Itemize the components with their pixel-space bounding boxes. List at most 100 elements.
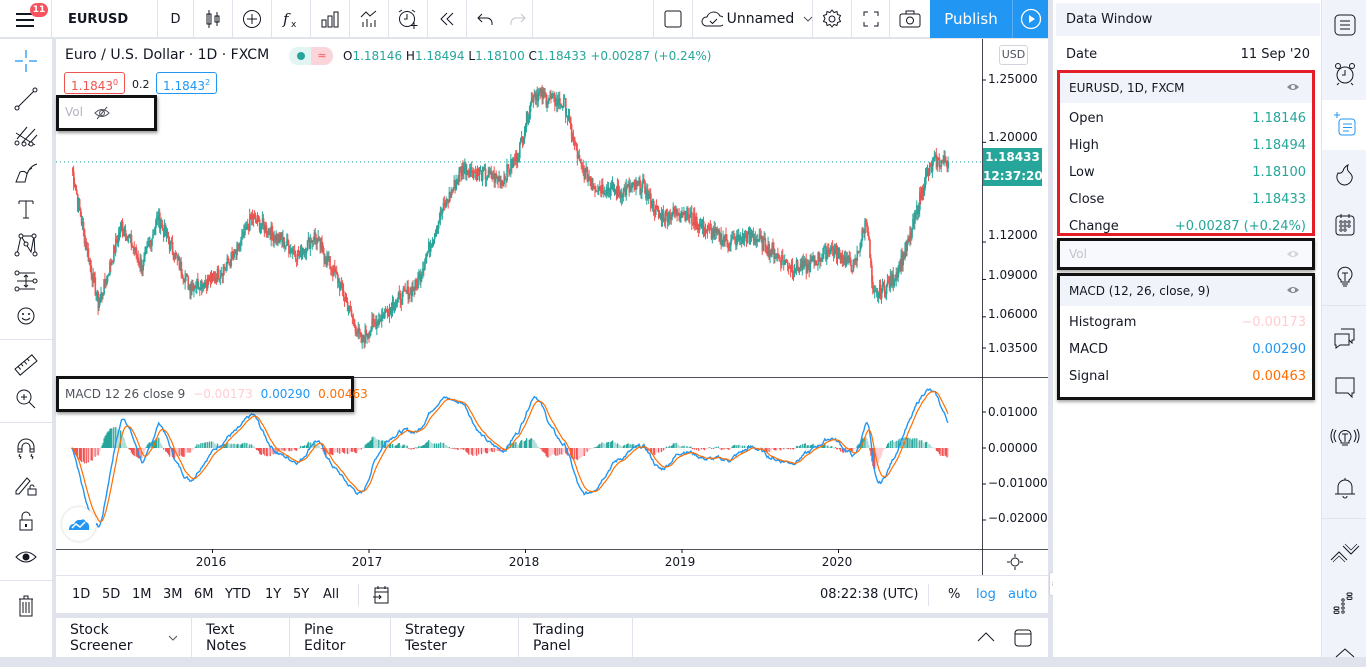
data-row-signal: Signal 0.00463 — [1069, 369, 1306, 384]
range-6m[interactable]: 6M — [194, 587, 214, 602]
lock-drawings-button[interactable] — [11, 470, 41, 500]
buy-button[interactable]: 1.18432 — [156, 72, 218, 94]
time-tick: 2016 — [195, 555, 227, 569]
publish-options-button[interactable] — [1012, 0, 1048, 38]
watchlist-button[interactable] — [1329, 9, 1361, 41]
tab-pine-editor[interactable]: Pine Editor — [290, 618, 391, 657]
candle-body — [82, 221, 85, 230]
currency-button[interactable]: USD — [999, 45, 1028, 65]
macd-legend[interactable]: MACD 12 26 close 9 −0.00173 0.00290 0.00… — [56, 376, 368, 412]
chart-settings-button[interactable] — [813, 0, 852, 38]
tab-strategy-tester[interactable]: Strategy Tester — [391, 618, 519, 657]
range-ytd[interactable]: YTD — [225, 587, 251, 602]
emoji-tool[interactable] — [11, 301, 41, 331]
goto-date-button[interactable] — [372, 585, 390, 605]
data-window-button[interactable] — [1329, 108, 1361, 140]
eye-hidden-icon[interactable] — [93, 104, 111, 122]
maximize-panel-button[interactable] — [1013, 628, 1033, 648]
log-scale-toggle[interactable]: log — [976, 587, 996, 602]
measure-tool[interactable] — [11, 350, 41, 380]
remove-drawings-button[interactable] — [11, 591, 41, 621]
pattern-tool[interactable] — [11, 230, 41, 260]
order-panel-button[interactable] — [1329, 537, 1361, 569]
lock-all-button[interactable] — [11, 506, 41, 536]
svg-text:x: x — [291, 20, 297, 29]
macd-histogram-bar — [690, 446, 692, 448]
financials-button[interactable] — [311, 0, 350, 38]
crosshair-tool[interactable] — [11, 46, 41, 76]
market-status-badge[interactable]: ≈ — [289, 47, 333, 65]
range-5d[interactable]: 5D — [102, 587, 120, 602]
range-5y[interactable]: 5Y — [293, 587, 309, 602]
chart-type-button[interactable] — [194, 0, 233, 38]
publish-button[interactable]: Publish — [930, 0, 1012, 38]
candle-body — [893, 281, 896, 286]
replay-button[interactable] — [428, 0, 467, 38]
tab-stock-screener[interactable]: Stock Screener — [56, 618, 192, 657]
expand-panel-button[interactable] — [976, 629, 996, 645]
chats-button[interactable] — [1329, 322, 1361, 354]
collapse-widgets-button[interactable] — [1329, 635, 1361, 667]
toolbar-divider — [0, 580, 52, 581]
hotlists-button[interactable] — [1329, 159, 1361, 191]
candle-body — [592, 183, 594, 187]
templates-button[interactable] — [350, 0, 389, 38]
tab-text-notes[interactable]: Text Notes — [192, 618, 290, 657]
macd-histogram-bar — [415, 447, 417, 448]
dom-button[interactable] — [1329, 587, 1361, 619]
data-row-low: Low 1.18100 — [1069, 165, 1306, 180]
layout-save-button[interactable]: Unnamed — [693, 0, 813, 38]
select-layout-button[interactable] — [653, 0, 693, 38]
range-all[interactable]: All — [323, 587, 339, 602]
alerts-button[interactable] — [1329, 58, 1361, 90]
range-3m[interactable]: 3M — [163, 587, 183, 602]
text-tool[interactable] — [11, 194, 41, 224]
crosshair-icon — [15, 50, 37, 72]
chart-canvas[interactable] — [56, 39, 1048, 575]
macd-histogram-bar — [832, 446, 834, 448]
utc-clock[interactable]: 08:22:38 (UTC) — [820, 587, 918, 602]
magnet-mode-button[interactable] — [11, 434, 41, 464]
layout-name: Unnamed — [726, 11, 795, 27]
interval-button[interactable]: D — [158, 0, 194, 38]
ideas-button[interactable] — [1329, 260, 1361, 292]
streams-button[interactable] — [1329, 421, 1361, 453]
range-1m[interactable]: 1M — [132, 587, 152, 602]
settings-gear-icon — [822, 9, 842, 28]
toolbar-divider — [1322, 305, 1366, 306]
eye-icon[interactable] — [1286, 82, 1300, 92]
symbol-title[interactable]: Euro / U.S. Dollar · 1D · FXCM — [65, 47, 269, 63]
fullscreen-button[interactable] — [852, 0, 890, 38]
data-row-histogram: Histogram −0.00173 — [1069, 315, 1306, 330]
calendar-button[interactable] — [1329, 209, 1361, 241]
volume-legend[interactable]: Vol — [56, 95, 157, 131]
notifications-button[interactable] — [1329, 472, 1361, 504]
chart-area[interactable]: Euro / U.S. Dollar · 1D · FXCM ≈ O1.1814… — [56, 39, 1048, 575]
eye-icon[interactable] — [1286, 249, 1300, 259]
auto-scale-toggle[interactable]: auto — [1008, 587, 1037, 602]
compare-button[interactable] — [233, 0, 272, 38]
undo-button[interactable] — [467, 0, 503, 38]
price-tick: 1.25000 — [988, 72, 1038, 86]
tradingview-logo[interactable] — [62, 507, 96, 541]
snapshot-button[interactable] — [890, 0, 930, 38]
create-alert-button[interactable] — [389, 0, 428, 38]
zoom-tool[interactable] — [11, 384, 41, 414]
tab-trading-panel[interactable]: Trading Panel — [519, 618, 633, 657]
pitchfork-tool[interactable] — [11, 121, 41, 151]
symbol-search-button[interactable]: EURUSD — [56, 0, 158, 38]
brush-tool[interactable] — [11, 158, 41, 188]
trend-line-tool[interactable] — [11, 84, 41, 114]
prediction-tool[interactable] — [11, 266, 41, 296]
main-menu-button[interactable]: 11 — [0, 0, 52, 38]
private-chats-button[interactable] — [1329, 371, 1361, 403]
hide-drawings-button[interactable] — [11, 542, 41, 572]
redo-button[interactable] — [503, 0, 533, 38]
eye-icon[interactable] — [1286, 285, 1300, 295]
indicators-button[interactable]: fx — [272, 0, 311, 38]
range-1y[interactable]: 1Y — [265, 587, 281, 602]
scale-settings-button[interactable] — [1007, 554, 1023, 570]
range-1d[interactable]: 1D — [72, 587, 90, 602]
sell-button[interactable]: 1.18430 — [64, 72, 126, 94]
percent-scale-toggle[interactable]: % — [948, 587, 960, 602]
